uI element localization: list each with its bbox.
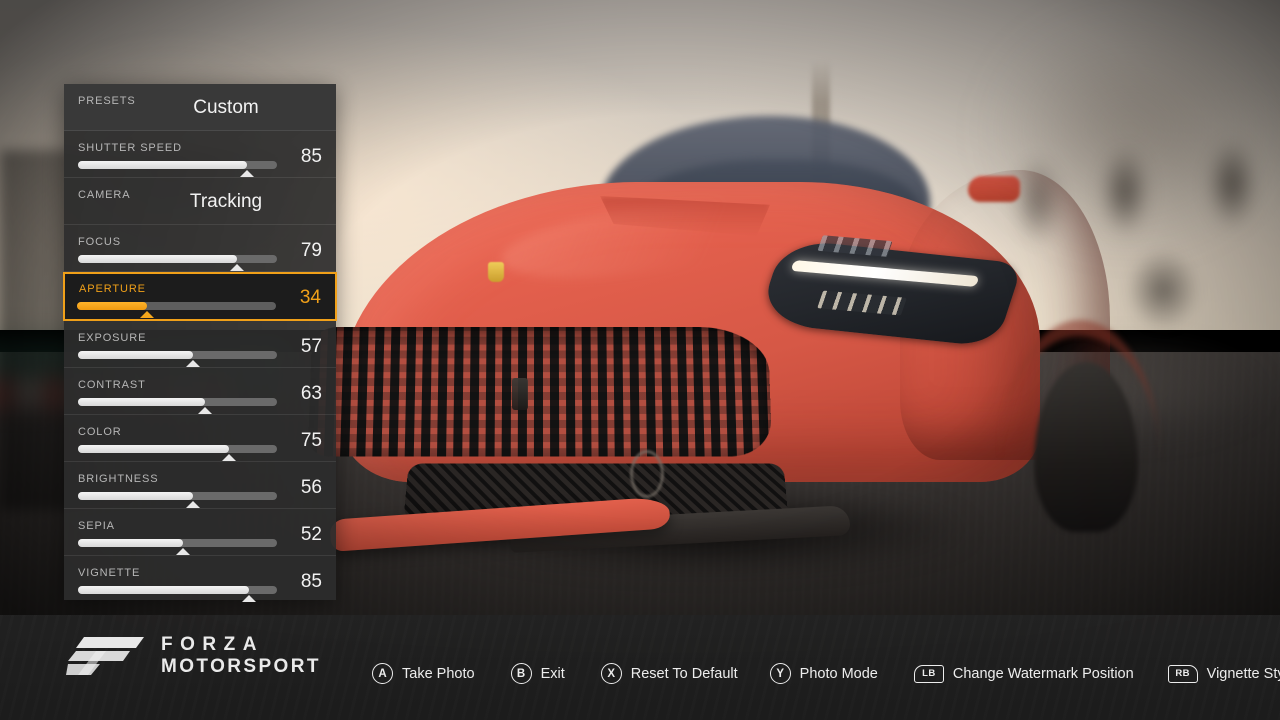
setting-slider-thumb[interactable] (230, 264, 244, 271)
setting-slider-fill (78, 586, 249, 594)
setting-choice-value: Tracking (64, 191, 336, 213)
setting-numeric-value: 57 (301, 336, 322, 358)
ferrari-badge-icon (488, 262, 504, 282)
setting-numeric-value: 63 (301, 383, 322, 405)
button-y-icon: Y (770, 663, 791, 684)
setting-slider-fill (78, 539, 183, 547)
setting-numeric-value: 75 (301, 430, 322, 452)
bottom-action-bar: FORZA MOTORSPORT A Take Photo B Exit X Reset … (0, 615, 1280, 720)
setting-slider-track[interactable] (78, 398, 277, 406)
logo-line-motorsport: MOTORSPORT (161, 657, 321, 676)
car-front-grille (308, 327, 773, 456)
setting-label: EXPOSURE (78, 321, 146, 344)
ferrari-roma-car (300, 110, 1120, 540)
prompt-change-watermark-position[interactable]: LB Change Watermark Position (914, 665, 1134, 683)
setting-numeric-value: 52 (301, 524, 322, 546)
prompt-label: Vignette Style (1207, 666, 1280, 682)
prompt-label: Reset To Default (631, 666, 738, 682)
logo-line-forza: FORZA (161, 635, 321, 654)
setting-numeric-value: 85 (301, 571, 322, 593)
button-rb-icon: RB (1168, 665, 1198, 683)
setting-slider-thumb[interactable] (140, 311, 154, 318)
setting-numeric-value: 34 (300, 287, 321, 309)
photo-mode-settings-panel: PRESETS Custom SHUTTER SPEED 85 CAMERA Tracki… (64, 84, 336, 600)
setting-slider-track[interactable] (78, 586, 277, 594)
setting-numeric-value: 56 (301, 477, 322, 499)
setting-slider-track[interactable] (78, 351, 277, 359)
button-b-icon: B (511, 663, 532, 684)
setting-slider-thumb[interactable] (242, 595, 256, 602)
button-a-icon: A (372, 663, 393, 684)
setting-row-aperture[interactable]: APERTURE 34 (63, 272, 337, 321)
setting-row-sepia[interactable]: SEPIA 52 (64, 509, 336, 556)
setting-slider-fill (78, 445, 229, 453)
prompt-photo-mode[interactable]: Y Photo Mode (770, 663, 878, 684)
setting-row-contrast[interactable]: CONTRAST 63 (64, 368, 336, 415)
prompt-label: Exit (541, 666, 565, 682)
setting-slider-thumb[interactable] (198, 407, 212, 414)
setting-slider-thumb[interactable] (240, 170, 254, 177)
setting-row-color[interactable]: COLOR 75 (64, 415, 336, 462)
prompt-label: Take Photo (402, 666, 475, 682)
setting-numeric-value: 85 (301, 146, 322, 168)
grille-prancing-horse-icon (512, 378, 528, 410)
game-screen: PRESETS Custom SHUTTER SPEED 85 CAMERA Tracki… (0, 0, 1280, 720)
setting-slider-track[interactable] (78, 161, 277, 169)
forza-f-mark-icon (66, 633, 148, 677)
prompt-vignette-style[interactable]: RB Vignette Style (1168, 665, 1280, 683)
forza-wordmark: FORZA MOTORSPORT (161, 635, 321, 676)
setting-slider-track[interactable] (78, 255, 277, 263)
setting-slider-track[interactable] (78, 445, 277, 453)
forza-motorsport-logo: FORZA MOTORSPORT (66, 633, 321, 677)
setting-row-vignette[interactable]: VIGNETTE 85 (64, 556, 336, 603)
controller-prompt-bar: A Take Photo B Exit X Reset To Default Y Photo … (372, 663, 1280, 684)
button-lb-icon: LB (914, 665, 944, 683)
setting-slider-fill (77, 302, 147, 310)
setting-label: CONTRAST (78, 368, 146, 391)
setting-slider-thumb[interactable] (222, 454, 236, 461)
setting-slider-fill (78, 351, 193, 359)
prompt-take-photo[interactable]: A Take Photo (372, 663, 475, 684)
setting-label: VIGNETTE (78, 556, 140, 579)
setting-slider-track[interactable] (78, 539, 277, 547)
prompt-label: Change Watermark Position (953, 666, 1134, 682)
car-fog-lamp (630, 450, 664, 498)
setting-slider-track[interactable] (78, 492, 277, 500)
setting-row-focus[interactable]: FOCUS 79 (64, 225, 336, 272)
setting-slider-thumb[interactable] (186, 360, 200, 367)
setting-row-shutter-speed[interactable]: SHUTTER SPEED 85 (64, 131, 336, 178)
setting-label: SHUTTER SPEED (78, 131, 182, 154)
setting-slider-fill (78, 492, 193, 500)
setting-label: COLOR (78, 415, 122, 438)
prompt-label: Photo Mode (800, 666, 878, 682)
setting-slider-fill (78, 161, 247, 169)
setting-label: FOCUS (78, 225, 121, 248)
setting-slider-thumb[interactable] (186, 501, 200, 508)
prompt-reset-to-default[interactable]: X Reset To Default (601, 663, 738, 684)
setting-row-brightness[interactable]: BRIGHTNESS 56 (64, 462, 336, 509)
setting-slider-fill (78, 398, 205, 406)
setting-row-camera[interactable]: CAMERA Tracking (64, 178, 336, 225)
setting-numeric-value: 79 (301, 240, 322, 262)
setting-label: SEPIA (78, 509, 115, 532)
setting-label: BRIGHTNESS (78, 462, 159, 485)
setting-slider-fill (78, 255, 237, 263)
tire-spray (1108, 230, 1218, 350)
prompt-exit[interactable]: B Exit (511, 663, 565, 684)
setting-choice-value: Custom (64, 97, 336, 119)
setting-slider-track[interactable] (77, 302, 276, 310)
button-x-icon: X (601, 663, 622, 684)
setting-row-exposure[interactable]: EXPOSURE 57 (64, 321, 336, 368)
setting-row-presets[interactable]: PRESETS Custom (64, 84, 336, 131)
setting-label: APERTURE (79, 274, 146, 295)
setting-slider-thumb[interactable] (176, 548, 190, 555)
